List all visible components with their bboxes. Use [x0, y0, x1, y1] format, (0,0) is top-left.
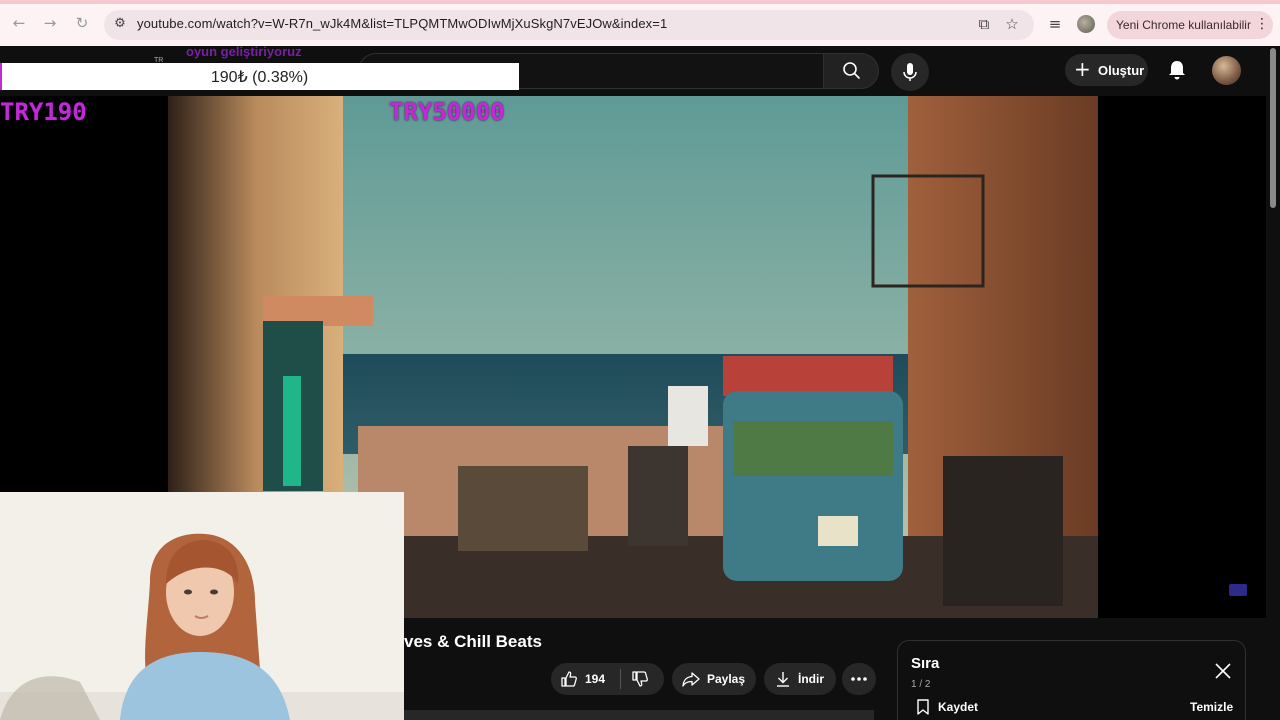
tab-strip — [0, 0, 1280, 4]
thumbs-up-icon — [561, 671, 577, 687]
voice-search-button[interactable] — [891, 53, 929, 91]
dislike-button[interactable] — [630, 669, 650, 689]
forward-icon[interactable]: → — [41, 14, 59, 32]
download-icon — [773, 669, 793, 689]
webcam-overlay — [0, 492, 404, 720]
search-button[interactable] — [823, 53, 879, 89]
more-icon — [851, 677, 867, 681]
donation-goal-text: 190₺ (0.38%) — [210, 69, 309, 86]
share-icon — [681, 669, 701, 689]
bell-icon — [1169, 61, 1185, 80]
site-settings-icon[interactable]: ⚙ — [112, 16, 128, 32]
queue-close-button[interactable] — [1213, 661, 1233, 681]
install-app-icon[interactable]: ⧉ — [975, 15, 993, 33]
more-actions-button[interactable] — [842, 663, 876, 695]
description-preview[interactable] — [404, 710, 874, 720]
search-icon — [843, 62, 860, 79]
back-icon[interactable]: ← — [10, 14, 28, 32]
queue-clear-button[interactable]: Temizle — [1190, 700, 1233, 714]
mic-icon — [903, 63, 917, 81]
bookmark-icon[interactable] — [916, 699, 930, 715]
thumbs-down-icon — [632, 671, 648, 687]
queue-save-button[interactable]: Kaydet — [938, 700, 978, 714]
bookmark-star-icon[interactable]: ☆ — [1003, 15, 1021, 33]
url-text[interactable]: youtube.com/watch?v=W-R7n_wJk4M&list=TLP… — [137, 16, 667, 31]
reading-list-icon[interactable]: ≡ — [1046, 15, 1064, 33]
close-icon — [1215, 663, 1231, 679]
scrollbar-thumb[interactable] — [1270, 48, 1276, 208]
video-title: ves & Chill Beats — [404, 632, 542, 651]
share-label[interactable]: Paylaş — [707, 672, 745, 686]
create-label[interactable]: Oluştur — [1098, 63, 1144, 78]
profile-icon[interactable] — [1077, 15, 1095, 33]
plus-icon: + — [1074, 57, 1091, 81]
chrome-menu-icon[interactable]: ⋮ — [1255, 16, 1269, 32]
queue-position: 1 / 2 — [911, 679, 931, 690]
avatar[interactable] — [1212, 56, 1241, 85]
channel-watermark-icon[interactable] — [1229, 584, 1247, 596]
donation-current: TRY190 — [0, 98, 87, 126]
like-divider — [620, 669, 621, 689]
download-label[interactable]: İndir — [798, 672, 824, 686]
donation-target: TRY50000 — [389, 98, 505, 126]
like-button[interactable] — [559, 669, 579, 689]
notifications-button[interactable] — [1167, 59, 1187, 81]
reload-icon[interactable]: ↻ — [73, 14, 91, 32]
stream-note: oyun geliştiriyoruz — [186, 44, 302, 59]
queue-title: Sıra — [911, 655, 940, 672]
chrome-update-label[interactable]: Yeni Chrome kullanılabilir — [1116, 18, 1251, 32]
like-count[interactable]: 194 — [585, 672, 605, 686]
